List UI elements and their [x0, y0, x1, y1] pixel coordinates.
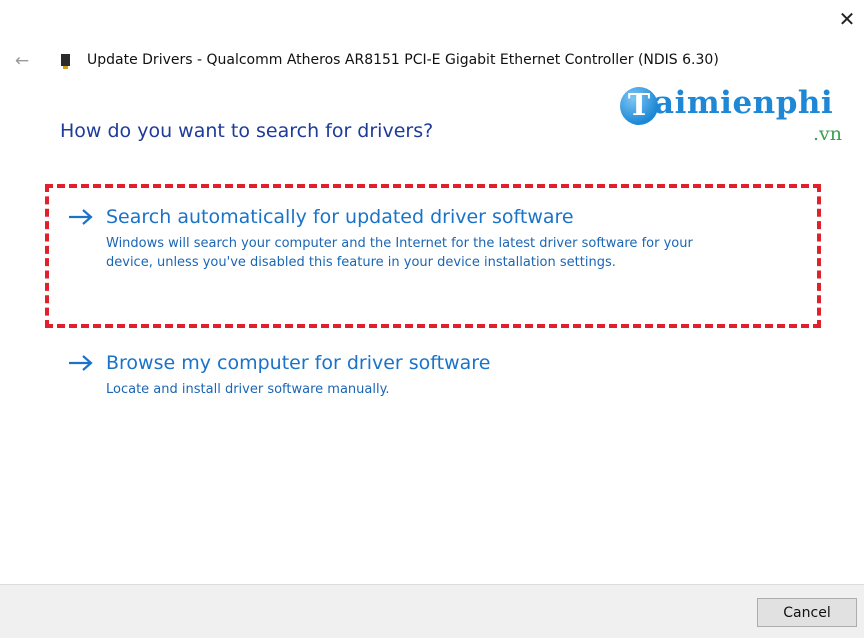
page-heading: How do you want to search for drivers? — [60, 120, 434, 142]
watermark-logo: T aimienphi .vn — [620, 85, 852, 145]
close-icon: ✕ — [838, 7, 856, 31]
window-title: Update Drivers - Qualcomm Atheros AR8151… — [87, 52, 719, 68]
cancel-button[interactable]: Cancel — [757, 598, 857, 627]
dialog-footer: Cancel — [0, 584, 864, 638]
arrow-right-icon — [69, 355, 93, 371]
option-description: Locate and install driver software manua… — [106, 382, 390, 397]
option-title: Search automatically for updated driver … — [106, 206, 574, 228]
browse-computer-option[interactable]: Browse my computer for driver software L… — [68, 352, 768, 399]
back-arrow-icon: ← — [14, 51, 30, 71]
back-button[interactable]: ← — [12, 50, 32, 72]
search-automatically-option[interactable]: Search automatically for updated driver … — [68, 206, 768, 272]
watermark-badge: T — [620, 87, 658, 125]
watermark-text: aimienphi — [654, 85, 834, 121]
option-description: Windows will search your computer and th… — [106, 236, 693, 270]
close-button[interactable]: ✕ — [836, 7, 858, 31]
watermark-suffix: .vn — [813, 123, 843, 145]
option-title: Browse my computer for driver software — [106, 352, 491, 374]
arrow-right-icon — [69, 209, 93, 225]
network-adapter-icon — [61, 54, 70, 69]
